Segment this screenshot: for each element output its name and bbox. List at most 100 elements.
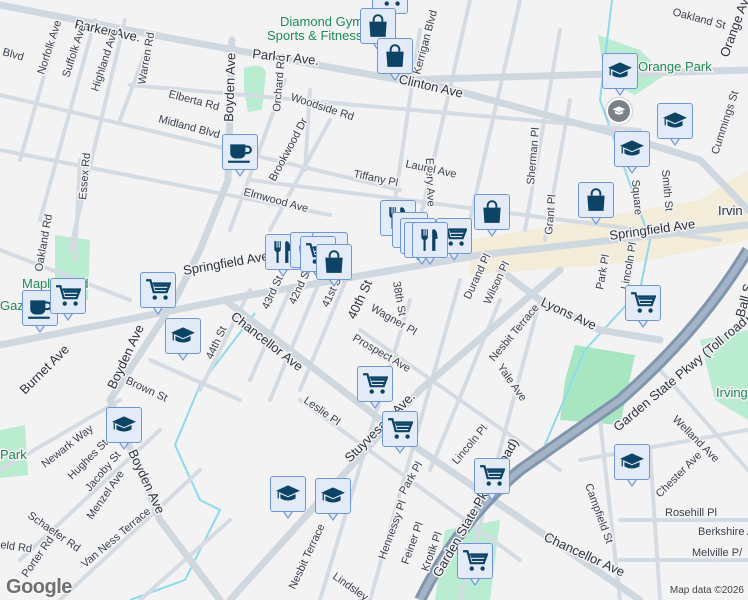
school-icon: [276, 485, 300, 501]
school-marker[interactable]: [614, 444, 650, 490]
street-label: Lindsley: [330, 571, 370, 600]
shop-marker[interactable]: [316, 244, 352, 290]
school-icon: [608, 62, 632, 78]
poi-label-orange-park: Orange Park: [638, 59, 712, 74]
marker-body: [474, 458, 510, 494]
coffee-icon: [228, 144, 252, 163]
street-label: Rosehill Pl: [665, 507, 717, 519]
cart-icon: [56, 285, 81, 306]
street-label: Boyden Ave: [125, 447, 168, 516]
town-label: Irvin: [718, 203, 743, 218]
street-label: Midland Blvd: [157, 113, 221, 141]
shop-icon: [325, 250, 343, 273]
cart-icon: [480, 465, 505, 486]
marker-body: [412, 222, 448, 258]
cart-icon: [631, 292, 656, 313]
cart-icon: [388, 418, 413, 439]
poi-label-park: Park: [0, 447, 27, 462]
poi-label-irving-park: Irving: [716, 385, 748, 400]
marker-body: [602, 53, 638, 89]
school-marker[interactable]: [614, 131, 650, 177]
street-label: Brown St: [124, 375, 170, 405]
restaurant-marker[interactable]: [412, 222, 448, 268]
restaurant-icon: [421, 229, 438, 251]
shop-marker[interactable]: [474, 194, 510, 240]
marker-body: [377, 38, 413, 74]
shop-icon: [369, 14, 387, 37]
street-label: Leslie Pl: [301, 395, 342, 429]
poi-label-diamond-gym: Diamond Gym: [280, 14, 363, 29]
cart-marker[interactable]: [625, 285, 661, 331]
street-label: Brookwood Dr: [267, 116, 310, 183]
marker-body: [578, 182, 614, 218]
school-marker[interactable]: [270, 476, 306, 522]
school-marker[interactable]: [657, 103, 693, 149]
street-label: Melville P/: [692, 547, 743, 559]
street-label: Lyons Ave: [539, 294, 599, 333]
marker-body: [474, 194, 510, 230]
poi-label-sports-fitness: Sports & Fitness: [267, 28, 363, 43]
street-label: eld Rd: [0, 539, 33, 555]
marker-body: [657, 103, 693, 139]
street-label: Oakland Rd: [33, 213, 55, 272]
shop-icon: [483, 200, 501, 223]
map-attribution: Map data ©2026: [665, 584, 748, 597]
cart-icon: [463, 550, 488, 571]
street-label: Burnet Ave: [17, 342, 72, 397]
marker-body: [106, 407, 142, 443]
cart-icon: [146, 279, 171, 300]
cart-marker[interactable]: [457, 543, 493, 589]
marker-body: [382, 411, 418, 447]
marker-body: [222, 134, 258, 170]
marker-body: [614, 444, 650, 480]
street-label: Park Pl: [397, 460, 425, 497]
street-label: Square: [629, 179, 644, 215]
school-icon: [620, 453, 644, 469]
cart-marker[interactable]: [382, 411, 418, 457]
street-label: Ball S: [732, 282, 748, 319]
shop-marker[interactable]: [377, 38, 413, 84]
marker-body: [614, 131, 650, 167]
cart-marker[interactable]: [474, 458, 510, 504]
school-icon: [620, 140, 644, 156]
school-marker[interactable]: [165, 318, 201, 364]
street-label: Chester Ave: [654, 449, 705, 500]
cart-marker[interactable]: [357, 366, 393, 412]
google-logo: Google: [6, 576, 72, 598]
cart-marker[interactable]: [140, 272, 176, 318]
marker-body: [165, 318, 201, 354]
school-poi-icon[interactable]: [606, 98, 632, 124]
cart-marker[interactable]: [50, 278, 86, 324]
street-label: Norfolk Ave: [35, 19, 64, 76]
marker-body: [50, 278, 86, 314]
street-label: Smith St: [659, 169, 675, 211]
shop-icon: [386, 44, 404, 67]
street-label: Kerrigan Blvd: [411, 9, 440, 76]
street-label: Feiner Pl: [400, 521, 426, 566]
marker-body: [315, 478, 351, 514]
school-marker[interactable]: [602, 53, 638, 99]
cart-icon: [363, 373, 388, 394]
street-label: Blvd: [1, 46, 25, 63]
marker-body: [625, 285, 661, 321]
street-label: Cummings St: [709, 89, 741, 156]
street-label: Berkshire A: [698, 526, 748, 538]
school-marker[interactable]: [106, 407, 142, 453]
street-label: Oakland St: [671, 6, 727, 32]
shop-marker[interactable]: [578, 182, 614, 228]
street-label: Boyden Ave: [221, 52, 238, 122]
park-area: [244, 65, 266, 112]
street-label: Wagner Pl: [369, 302, 419, 338]
school-marker[interactable]: [315, 478, 351, 524]
school-icon: [171, 327, 195, 343]
school-icon: [663, 112, 687, 128]
school-icon: [321, 487, 345, 503]
street-label: 38th St: [390, 280, 408, 316]
shop-icon: [587, 188, 605, 211]
marker-body: [140, 272, 176, 308]
street-label: Sherman Pl: [525, 127, 542, 185]
school-icon: [112, 416, 136, 432]
coffee-marker[interactable]: [222, 134, 258, 180]
marker-body: [457, 543, 493, 579]
marker-body: [357, 366, 393, 402]
